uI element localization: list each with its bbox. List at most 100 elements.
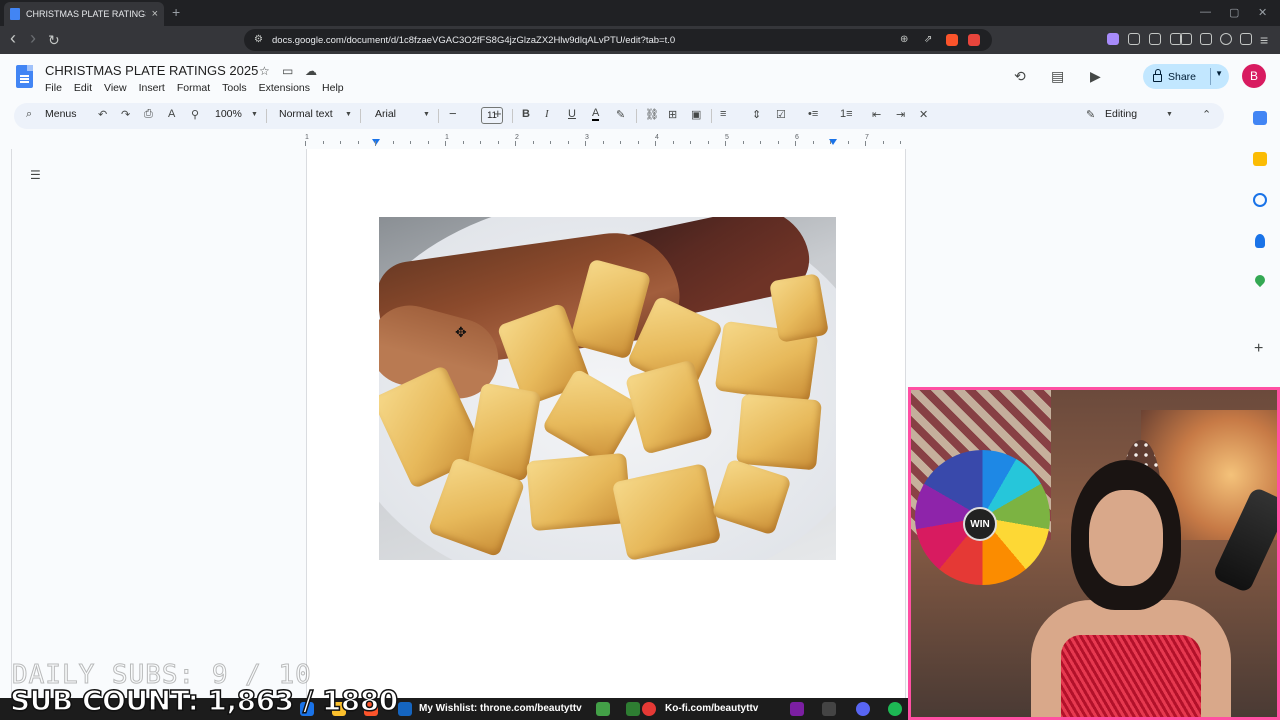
move-folder-icon[interactable]: ▭ xyxy=(282,64,293,78)
new-tab-button[interactable]: + xyxy=(172,4,180,20)
back-button[interactable]: ‹ xyxy=(10,28,16,49)
pencil-icon[interactable]: ✎ xyxy=(1086,108,1095,121)
avatar[interactable]: B xyxy=(1242,64,1266,88)
minimize-button[interactable]: — xyxy=(1200,6,1211,18)
kofi-icon[interactable] xyxy=(642,702,656,716)
vpn-icon[interactable] xyxy=(1220,33,1232,45)
increase-font-size-button[interactable]: + xyxy=(494,106,502,121)
menu-item-view[interactable]: View xyxy=(104,82,132,94)
taskbar-app-icon[interactable] xyxy=(822,702,836,716)
underline-button[interactable]: U xyxy=(568,108,576,120)
editing-mode-select[interactable]: Editing xyxy=(1105,108,1137,120)
spotify-icon[interactable] xyxy=(888,702,902,716)
decrease-font-size-button[interactable]: − xyxy=(449,106,457,121)
get-add-ons-icon[interactable]: + xyxy=(1254,340,1268,357)
menu-item-tools[interactable]: Tools xyxy=(222,82,252,94)
bulleted-list-icon[interactable]: •≡ xyxy=(808,108,818,120)
paint-format-icon[interactable]: ⚲ xyxy=(191,108,199,121)
wallet-icon[interactable] xyxy=(1200,33,1212,45)
insert-link-icon[interactable]: ⛓ xyxy=(645,108,659,121)
calendar-icon[interactable] xyxy=(1253,111,1267,125)
zoom-icon[interactable]: ⊕ xyxy=(900,34,908,45)
chevron-down-icon[interactable]: ▼ xyxy=(1215,69,1223,78)
undo-icon[interactable]: ↶ xyxy=(98,108,107,121)
url-text[interactable]: docs.google.com/document/d/1c8fzaeVGAC3O… xyxy=(272,35,675,46)
google-docs-logo-icon[interactable] xyxy=(16,65,33,88)
insert-image-icon[interactable]: ▣ xyxy=(691,108,701,121)
browser-tab[interactable]: CHRISTMAS PLATE RATINGS 20... × xyxy=(4,2,164,26)
close-window-button[interactable]: ✕ xyxy=(1258,6,1267,19)
spellcheck-icon[interactable]: A xyxy=(168,108,175,120)
menu-item-extensions[interactable]: Extensions xyxy=(259,82,315,94)
brave-shield-icon[interactable] xyxy=(946,34,958,46)
ruler-number: 7 xyxy=(865,134,869,141)
taskbar-app-icon[interactable] xyxy=(398,702,412,716)
document-outline-icon[interactable]: ☰ xyxy=(30,168,41,182)
discord-icon[interactable] xyxy=(856,702,870,716)
font-family-select[interactable]: Arial xyxy=(375,108,396,120)
extensions-puzzle-icon[interactable] xyxy=(1128,33,1140,45)
shield-icon[interactable] xyxy=(1240,33,1252,45)
comments-icon[interactable]: ▤ xyxy=(1051,68,1064,85)
hide-menus-chevron-icon[interactable]: ⌃ xyxy=(1202,108,1211,121)
url-bar[interactable]: ⚙ docs.google.com/document/d/1c8fzaeVGAC… xyxy=(244,29,992,51)
zoom-select[interactable]: 100% xyxy=(215,108,242,120)
tab-close-icon[interactable]: × xyxy=(152,8,158,20)
reload-button[interactable]: ↻ xyxy=(48,32,60,49)
keep-icon[interactable] xyxy=(1253,152,1267,166)
numbered-list-icon[interactable]: 1≡ xyxy=(840,108,853,120)
bold-button[interactable]: B xyxy=(522,108,530,120)
site-info-icon[interactable]: ⚙ xyxy=(254,34,263,45)
extension-icon[interactable] xyxy=(1107,33,1119,45)
chevron-down-icon[interactable]: ▼ xyxy=(423,111,430,118)
italic-button[interactable]: I xyxy=(545,108,549,120)
line-spacing-icon[interactable]: ⇕ xyxy=(752,108,761,121)
kofi-link[interactable]: Ko-fi.com/beautyttv xyxy=(665,703,758,714)
chevron-down-icon[interactable]: ▼ xyxy=(345,111,352,118)
decrease-indent-icon[interactable]: ⇤ xyxy=(872,108,881,121)
add-comment-icon[interactable]: ⊞ xyxy=(668,108,677,121)
chevron-down-icon[interactable]: ▼ xyxy=(1166,111,1173,118)
increase-indent-icon[interactable]: ⇥ xyxy=(896,108,905,121)
maximize-button[interactable]: ▢ xyxy=(1229,6,1239,19)
taskbar-app-icon[interactable] xyxy=(790,702,804,716)
redo-icon[interactable]: ↷ xyxy=(121,108,130,121)
document-title[interactable]: CHRISTMAS PLATE RATINGS 2025 xyxy=(45,63,258,78)
sidebar-toggle-icon[interactable] xyxy=(1180,33,1192,45)
clear-formatting-icon[interactable]: ✕ xyxy=(919,108,928,121)
webcam-overlay: WIN xyxy=(908,387,1280,720)
taskbar-app-icon[interactable] xyxy=(596,702,610,716)
maps-icon[interactable] xyxy=(1252,272,1268,288)
chevron-down-icon[interactable]: ▼ xyxy=(251,111,258,118)
search-icon[interactable]: ⌕ xyxy=(26,108,32,121)
menu-item-edit[interactable]: Edit xyxy=(74,82,97,94)
brave-rewards-icon[interactable] xyxy=(968,34,980,46)
menu-item-file[interactable]: File xyxy=(45,82,67,94)
star-icon[interactable]: ☆ xyxy=(259,64,270,78)
print-icon[interactable]: ⎙ xyxy=(144,108,153,121)
extension-icon[interactable] xyxy=(1149,33,1161,45)
wishlist-link[interactable]: My Wishlist: throne.com/beautyttv xyxy=(419,703,582,714)
share-button[interactable]: Share ▼ xyxy=(1143,64,1229,89)
ruler-tick xyxy=(830,141,831,144)
contacts-icon[interactable] xyxy=(1255,234,1265,248)
highlight-color-icon[interactable]: ✎ xyxy=(616,108,625,121)
checklist-icon[interactable]: ☑ xyxy=(776,108,786,121)
forward-button[interactable]: › xyxy=(30,28,36,49)
search-menus-field[interactable]: Menus xyxy=(45,108,77,120)
version-history-icon[interactable]: ⟲ xyxy=(1014,68,1026,85)
taskbar-app-icon[interactable] xyxy=(626,702,640,716)
meet-video-icon[interactable]: ▶ xyxy=(1090,68,1101,85)
paragraph-style-select[interactable]: Normal text xyxy=(279,108,333,120)
browser-menu-icon[interactable]: ≡ xyxy=(1260,32,1268,48)
tasks-icon[interactable] xyxy=(1253,193,1267,207)
share-page-icon[interactable]: ⇗ xyxy=(924,34,932,45)
text-color-button[interactable]: A xyxy=(592,108,600,121)
align-icon[interactable]: ≡ xyxy=(720,108,726,120)
christmas-plate-image[interactable] xyxy=(379,217,836,560)
left-indent-marker[interactable] xyxy=(372,139,380,145)
menu-item-insert[interactable]: Insert xyxy=(139,82,170,94)
menu-item-help[interactable]: Help xyxy=(322,82,349,94)
menu-item-format[interactable]: Format xyxy=(177,82,215,94)
cloud-status-icon[interactable]: ☁ xyxy=(305,64,317,78)
